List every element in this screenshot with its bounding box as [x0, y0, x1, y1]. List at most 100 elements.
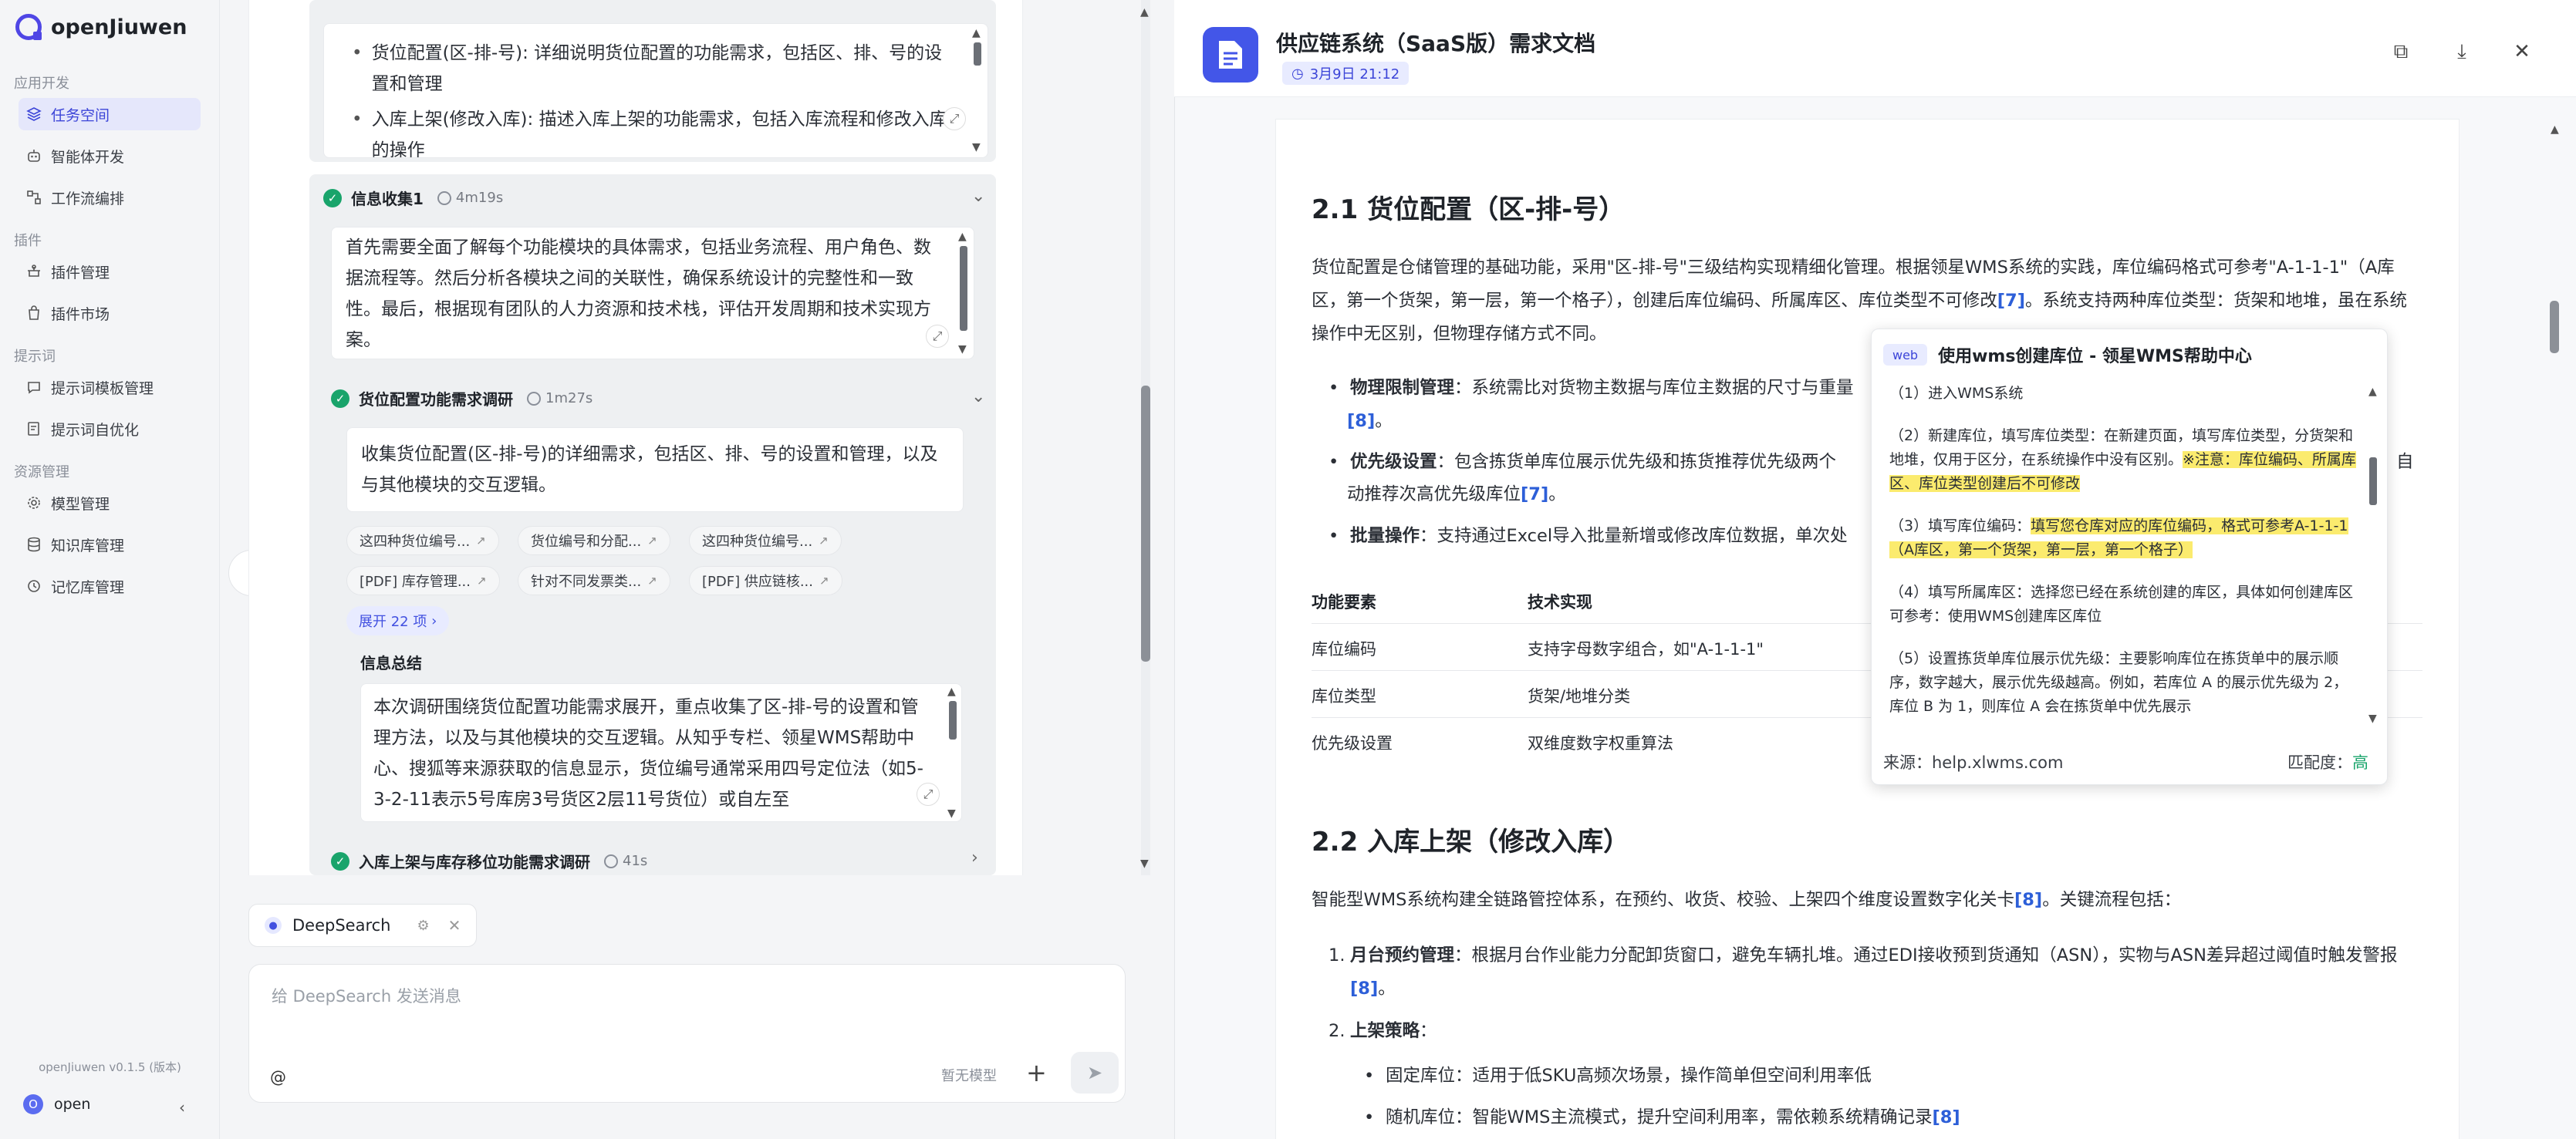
sidebar-item-task-space[interactable]: 任务空间 — [19, 98, 201, 130]
citation-link[interactable]: [8] — [1350, 979, 1378, 999]
expand-sources-button[interactable]: 展开 22 项 › — [346, 606, 450, 635]
copy-icon[interactable]: ⧉ — [2389, 40, 2412, 63]
sidebar-item-workflow[interactable]: 工作流编排 — [19, 181, 201, 214]
table-cell: 库位编码 — [1312, 640, 1376, 659]
scroll-down-icon[interactable]: ▼ — [1140, 858, 1149, 870]
popup-content: （1）进入WMS系统 （2）新建库位，填写库位类型：在新建页面，填写库位类型，分… — [1889, 382, 2357, 727]
step-title: 货位配置功能需求调研 — [359, 390, 513, 409]
popup-match: 匹配度：高 — [2287, 753, 2368, 772]
section-heading: 2.1 货位配置（区-排-号） — [1312, 194, 1626, 225]
list-item: 2. 上架策略： — [1329, 1021, 1437, 1041]
source-chip[interactable]: 针对不同发票类... — [518, 566, 670, 595]
chevron-down-icon[interactable]: ⌄ — [971, 387, 985, 406]
sidebar-item-memory-base[interactable]: 记忆库管理 — [19, 570, 201, 602]
close-icon[interactable]: ✕ — [2510, 40, 2534, 63]
chevron-down-icon[interactable]: ⌄ — [971, 187, 985, 206]
next-step-header[interactable]: ✓ 入库上架与库存移位功能需求调研 41s — [331, 850, 647, 872]
table-cell: 库位类型 — [1312, 687, 1376, 706]
source-chip[interactable]: [PDF] 库存管理... — [346, 566, 500, 595]
fullscreen-icon[interactable]: ⤢ — [926, 325, 949, 348]
sidebar-item-prompt-template[interactable]: 提示词模板管理 — [19, 371, 201, 403]
close-icon[interactable]: ✕ — [448, 916, 461, 935]
fullscreen-icon[interactable]: ⤢ — [943, 107, 966, 130]
clock-icon: ◷ — [1291, 65, 1304, 82]
sidebar-item-plugin-market[interactable]: 插件市场 — [19, 297, 201, 329]
summary-card: 本次调研围绕货位配置功能需求展开，重点收集了区-排-号的设置和管理方法，以及与其… — [360, 683, 962, 822]
settings-icon[interactable]: ⚙ — [417, 918, 430, 934]
sidebar-item-agent-dev[interactable]: 智能体开发 — [19, 140, 201, 172]
sidebar-item-label: 智能体开发 — [51, 148, 125, 166]
message-placeholder: 给 DeepSearch 发送消息 — [272, 987, 461, 1006]
download-icon[interactable]: ⤓ — [2450, 40, 2473, 63]
sidebar-item-label: 工作流编排 — [51, 190, 125, 207]
scroll-down-icon[interactable]: ▼ — [2368, 713, 2377, 725]
list-item: • 固定库位：适用于低SKU高频次场景，操作简单但空间利用率低 — [1364, 1066, 1872, 1086]
scroll-up-icon[interactable]: ▲ — [2551, 123, 2559, 136]
popup-source: 来源：help.xlwms.com — [1883, 753, 2064, 772]
sidebar-item-plugin-manage[interactable]: 插件管理 — [19, 255, 201, 288]
brand-logo[interactable]: openJiuwen — [15, 14, 187, 40]
scroll-up-icon[interactable]: ▲ — [947, 686, 956, 698]
chevron-right-icon[interactable]: › — [971, 848, 978, 868]
citation-link[interactable]: [8] — [1932, 1107, 1960, 1127]
table-cell: 货架/地堆分类 — [1528, 687, 1631, 706]
user-profile[interactable]: O open — [23, 1094, 90, 1114]
document-scrollbar[interactable] — [2550, 301, 2559, 353]
sidebar-item-knowledge-base[interactable]: 知识库管理 — [19, 528, 201, 561]
table-cell: 优先级设置 — [1312, 734, 1393, 753]
source-chip[interactable]: 这四种货位编号... — [346, 526, 499, 555]
popup-scrollbar[interactable] — [2369, 457, 2377, 505]
scrollbar[interactable] — [949, 701, 957, 740]
shopping-bag-icon — [29, 305, 39, 320]
duration-badge: 4m19s — [437, 190, 503, 206]
info-collect-header[interactable]: ✓ 信息收集1 4m19s — [323, 187, 503, 209]
workflow-icon — [27, 190, 41, 204]
research-step-header[interactable]: ✓ 货位配置功能需求调研 1m27s — [331, 387, 593, 409]
mention-button[interactable]: @ — [270, 1068, 286, 1087]
citation-link[interactable]: [7] — [1521, 484, 1548, 504]
scroll-down-icon[interactable]: ▼ — [972, 141, 981, 153]
sidebar-item-model-manage[interactable]: 模型管理 — [19, 487, 201, 519]
module-list-card: 货位配置(区-排-号): 详细说明货位配置的功能需求，包括区、排、号的设置和管理… — [323, 23, 988, 158]
scrollbar[interactable] — [960, 246, 967, 331]
core-module-section: 货位配置(区-排-号): 详细说明货位配置的功能需求，包括区、排、号的设置和管理… — [309, 0, 996, 162]
sidebar-item-prompt-optimize[interactable]: 提示词自优化 — [19, 413, 201, 445]
duration-badge: 1m27s — [527, 390, 593, 406]
database-icon — [28, 537, 40, 552]
source-chip[interactable]: 货位编号和分配... — [518, 526, 670, 555]
brand-logo-icon — [15, 14, 42, 40]
scroll-up-icon[interactable]: ▲ — [2368, 386, 2377, 398]
citation-link[interactable]: [8] — [1347, 411, 1375, 431]
info-collect-section: ✓ 信息收集1 4m19s ⌄ 首先需要全面了解每个功能模块的具体需求，包括业务… — [309, 174, 996, 875]
deepsearch-mode-tag[interactable]: ● DeepSearch ⚙ ✕ — [248, 904, 477, 947]
table-cell: 支持字母数字组合，如"A-1-1-1" — [1528, 640, 1764, 659]
collapse-sidebar-icon[interactable]: ‹ — [179, 1098, 185, 1117]
summary-text: 本次调研围绕货位配置功能需求展开，重点收集了区-排-号的设置和管理方法，以及与其… — [373, 697, 923, 810]
source-chip[interactable]: 这四种货位编号... — [689, 526, 842, 555]
thought-text: 首先需要全面了解每个功能模块的具体需求，包括业务流程、用户角色、数据流程等。然后… — [346, 238, 931, 350]
scroll-up-icon[interactable]: ▲ — [972, 27, 981, 39]
scrollbar[interactable] — [974, 42, 981, 66]
source-link[interactable]: help.xlwms.com — [1932, 753, 2063, 772]
source-chip[interactable]: [PDF] 供应链核... — [689, 566, 842, 595]
add-icon[interactable]: + — [1026, 1058, 1047, 1087]
scroll-up-icon[interactable]: ▲ — [1140, 6, 1149, 19]
popup-title[interactable]: 使用wms创建库位 - 领星WMS帮助中心 — [1938, 342, 2252, 367]
sidebar-item-label: 提示词模板管理 — [51, 379, 154, 397]
step-title: 入库上架与库存移位功能需求调研 — [359, 853, 590, 871]
research-query-card: 收集货位配置(区-排-号)的详细需求，包括区、排、号的设置和管理，以及与其他模块… — [346, 427, 964, 512]
match-level: 高 — [2352, 753, 2368, 772]
sidebar-item-label: 提示词自优化 — [51, 421, 140, 439]
send-button[interactable]: ➤ — [1071, 1052, 1119, 1094]
citation-link[interactable]: [7] — [1997, 291, 2025, 311]
scroll-up-icon[interactable]: ▲ — [958, 231, 967, 243]
paragraph-fragment: 自 — [2396, 452, 2414, 472]
fullscreen-icon[interactable]: ⤢ — [917, 783, 940, 806]
table-cell: 双维度数字权重算法 — [1528, 734, 1673, 753]
model-selector[interactable]: 暂无模型 — [941, 1065, 997, 1085]
citation-link[interactable]: [8] — [2014, 890, 2042, 910]
scroll-down-icon[interactable]: ▼ — [958, 343, 967, 356]
duration-badge: 41s — [604, 853, 647, 869]
trace-scrollbar[interactable] — [1141, 0, 1150, 875]
scroll-down-icon[interactable]: ▼ — [947, 807, 956, 820]
